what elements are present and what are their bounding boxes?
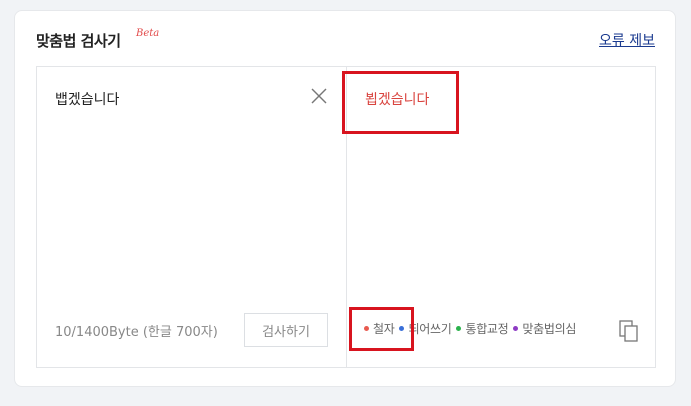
legend-item-suspect: 맞춤법의심 xyxy=(513,320,576,337)
input-textarea[interactable]: 뱁겠습니다 xyxy=(55,89,119,109)
legend-label: 띄어쓰기 xyxy=(408,322,452,336)
legend-label: 통합교정 xyxy=(465,322,509,336)
close-icon[interactable] xyxy=(310,87,328,105)
legend-item-spacing: 띄어쓰기 xyxy=(399,320,452,337)
legend-dot xyxy=(364,326,369,331)
checker-panel: 뱁겠습니다 10/1400Byte (한글 700자) 검사하기 뵙겠습니다 철… xyxy=(36,66,656,368)
input-pane: 뱁겠습니다 10/1400Byte (한글 700자) 검사하기 xyxy=(37,67,347,367)
error-legend: 철자 띄어쓰기 통합교정 맞춤법의심 xyxy=(364,320,581,337)
legend-dot xyxy=(456,326,462,331)
check-button[interactable]: 검사하기 xyxy=(244,313,328,347)
spell-checker-card: 맞춤법 검사기 Beta 오류 제보 뱁겠습니다 10/1400Byte (한글… xyxy=(14,10,676,387)
copy-icon[interactable] xyxy=(619,320,639,342)
legend-item-integrated: 통합교정 xyxy=(456,320,509,337)
page-title: 맞춤법 검사기 xyxy=(36,32,121,50)
byte-counter: 10/1400Byte (한글 700자) xyxy=(55,325,218,340)
result-pane: 뵙겠습니다 철자 띄어쓰기 통합교정 맞춤법의심 xyxy=(347,67,655,367)
legend-item-spelling: 철자 xyxy=(364,320,395,337)
report-error-link[interactable]: 오류 제보 xyxy=(599,30,655,50)
legend-label: 철자 xyxy=(373,322,395,336)
legend-dot xyxy=(399,326,405,331)
beta-badge: Beta xyxy=(136,28,160,39)
legend-label: 맞춤법의심 xyxy=(522,322,577,336)
corrected-text: 뵙겠습니다 xyxy=(365,92,430,108)
legend-dot xyxy=(513,326,519,331)
